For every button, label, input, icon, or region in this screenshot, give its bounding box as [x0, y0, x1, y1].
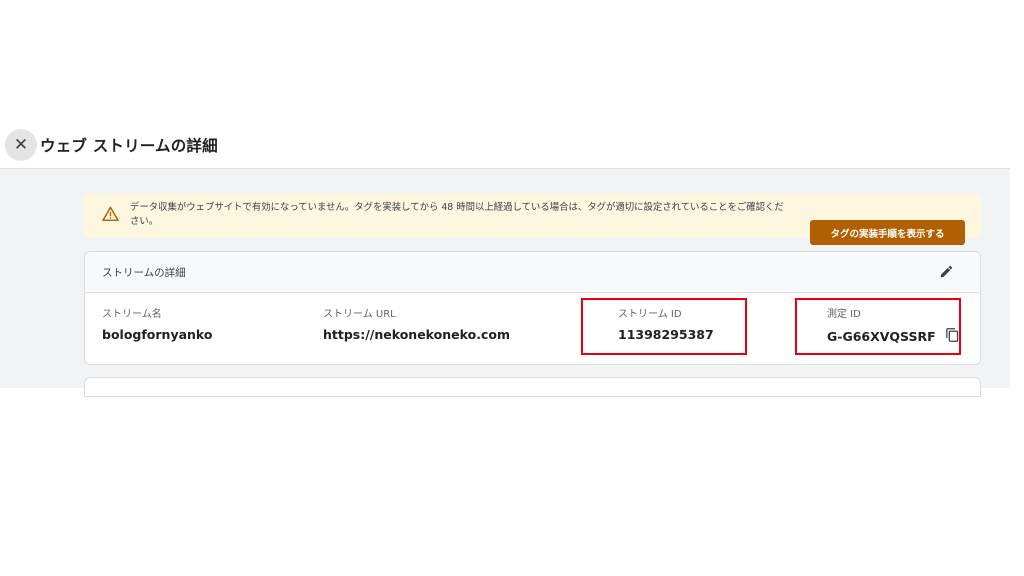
stream-url-field: ストリーム URL https://nekonekoneko.com — [323, 305, 510, 342]
stream-id-highlight — [581, 298, 747, 355]
page-header: ✕ ウェブ ストリームの詳細 — [0, 122, 1010, 169]
stream-name-value: bologfornyanko — [102, 327, 213, 342]
card-header: ストリームの詳細 — [85, 252, 980, 293]
main-content: データ収集がウェブサイトで有効になっていません。タグを実装してから 48 時間以… — [0, 169, 1010, 397]
view-tag-instructions-button[interactable]: タグの実装手順を表示する — [810, 220, 965, 245]
close-button[interactable]: ✕ — [5, 129, 37, 161]
stream-url-value: https://nekonekoneko.com — [323, 327, 510, 342]
stream-name-label: ストリーム名 — [102, 309, 162, 320]
alert-message: データ収集がウェブサイトで有効になっていません。タグを実装してから 48 時間以… — [130, 202, 784, 227]
pencil-icon[interactable] — [939, 264, 954, 279]
data-collection-alert: データ収集がウェブサイトで有効になっていません。タグを実装してから 48 時間以… — [84, 193, 981, 245]
close-icon: ✕ — [13, 135, 29, 155]
next-card — [84, 377, 981, 397]
page-title: ウェブ ストリームの詳細 — [40, 137, 218, 155]
card-title: ストリームの詳細 — [102, 267, 186, 279]
stream-url-label: ストリーム URL — [323, 309, 396, 320]
warning-icon — [102, 206, 119, 221]
measurement-id-highlight — [795, 298, 961, 355]
stream-name-field: ストリーム名 bologfornyanko — [102, 305, 213, 342]
